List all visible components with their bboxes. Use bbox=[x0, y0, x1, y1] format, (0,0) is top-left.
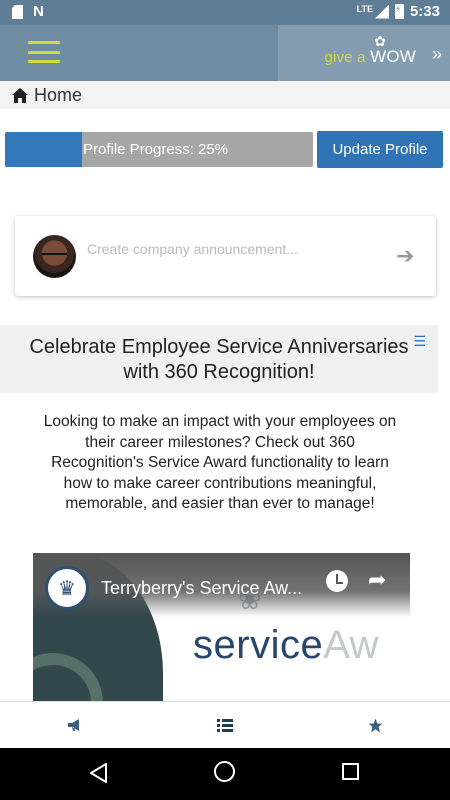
home-icon bbox=[12, 87, 28, 103]
tab-feed[interactable] bbox=[150, 702, 300, 748]
channel-logo-icon[interactable]: ♛ bbox=[45, 566, 89, 610]
battery-icon bbox=[394, 4, 404, 19]
tab-announcements[interactable] bbox=[0, 702, 150, 748]
profile-progress-bar: Profile Progress: 25% bbox=[5, 132, 313, 167]
video-overlay-main: service bbox=[193, 623, 324, 667]
menu-icon[interactable] bbox=[28, 41, 60, 63]
notification-n-icon: N bbox=[33, 3, 44, 20]
list-icon[interactable]: ☰ bbox=[413, 333, 426, 350]
video-overlay-faded: Aw bbox=[323, 623, 380, 667]
status-time: 5:33 bbox=[409, 3, 440, 20]
network-type: LTE bbox=[356, 3, 373, 14]
post-header: Celebrate Employee Service Anniversaries… bbox=[0, 325, 438, 393]
watch-later-icon[interactable] bbox=[326, 570, 348, 592]
avatar bbox=[33, 235, 76, 278]
announcement-card: ➔ bbox=[15, 216, 436, 296]
home-nav-icon[interactable] bbox=[214, 761, 235, 782]
progress-label: Profile Progress: 25% bbox=[83, 141, 229, 158]
post-title: Celebrate Employee Service Anniversaries… bbox=[29, 336, 409, 383]
brand-arrow-icon: » bbox=[431, 44, 442, 64]
back-icon[interactable] bbox=[88, 762, 110, 784]
recent-apps-icon[interactable] bbox=[342, 763, 359, 780]
post-body: Looking to make an impact with your empl… bbox=[43, 413, 397, 512]
system-nav-bar bbox=[0, 748, 450, 800]
megaphone-icon bbox=[68, 719, 79, 731]
tab-favorites[interactable] bbox=[300, 702, 450, 748]
brand-give: give a bbox=[324, 49, 371, 66]
video-title[interactable]: Terryberry's Service Aw... bbox=[101, 578, 302, 599]
star-icon bbox=[368, 718, 382, 732]
brand-text: give a WOW bbox=[324, 47, 416, 67]
bottom-tab-bar bbox=[0, 701, 450, 748]
signal-icon bbox=[374, 4, 389, 19]
brand-wow: WOW bbox=[370, 47, 416, 66]
brand-logo[interactable]: ✿ give a WOW » bbox=[278, 25, 450, 81]
sd-card-icon bbox=[12, 5, 23, 19]
breadcrumb-home[interactable]: Home bbox=[34, 85, 82, 106]
share-icon[interactable]: ➦ bbox=[368, 567, 386, 593]
post-card: Celebrate Employee Service Anniversaries… bbox=[0, 325, 438, 705]
breadcrumb: Home bbox=[0, 81, 450, 109]
list-icon bbox=[217, 718, 233, 732]
arrow-right-icon[interactable]: ➔ bbox=[396, 245, 418, 267]
progress-fill bbox=[5, 132, 82, 167]
status-bar: N LTE 5:33 bbox=[0, 0, 450, 25]
announcement-input[interactable] bbox=[87, 238, 387, 260]
app-header: ✿ give a WOW » bbox=[0, 25, 450, 81]
video-player[interactable]: ❀ serviceAw ♛ Terryberry's Service Aw...… bbox=[33, 553, 410, 705]
update-profile-button[interactable]: Update Profile bbox=[317, 131, 443, 168]
video-overlay-text: serviceAw bbox=[193, 623, 379, 668]
